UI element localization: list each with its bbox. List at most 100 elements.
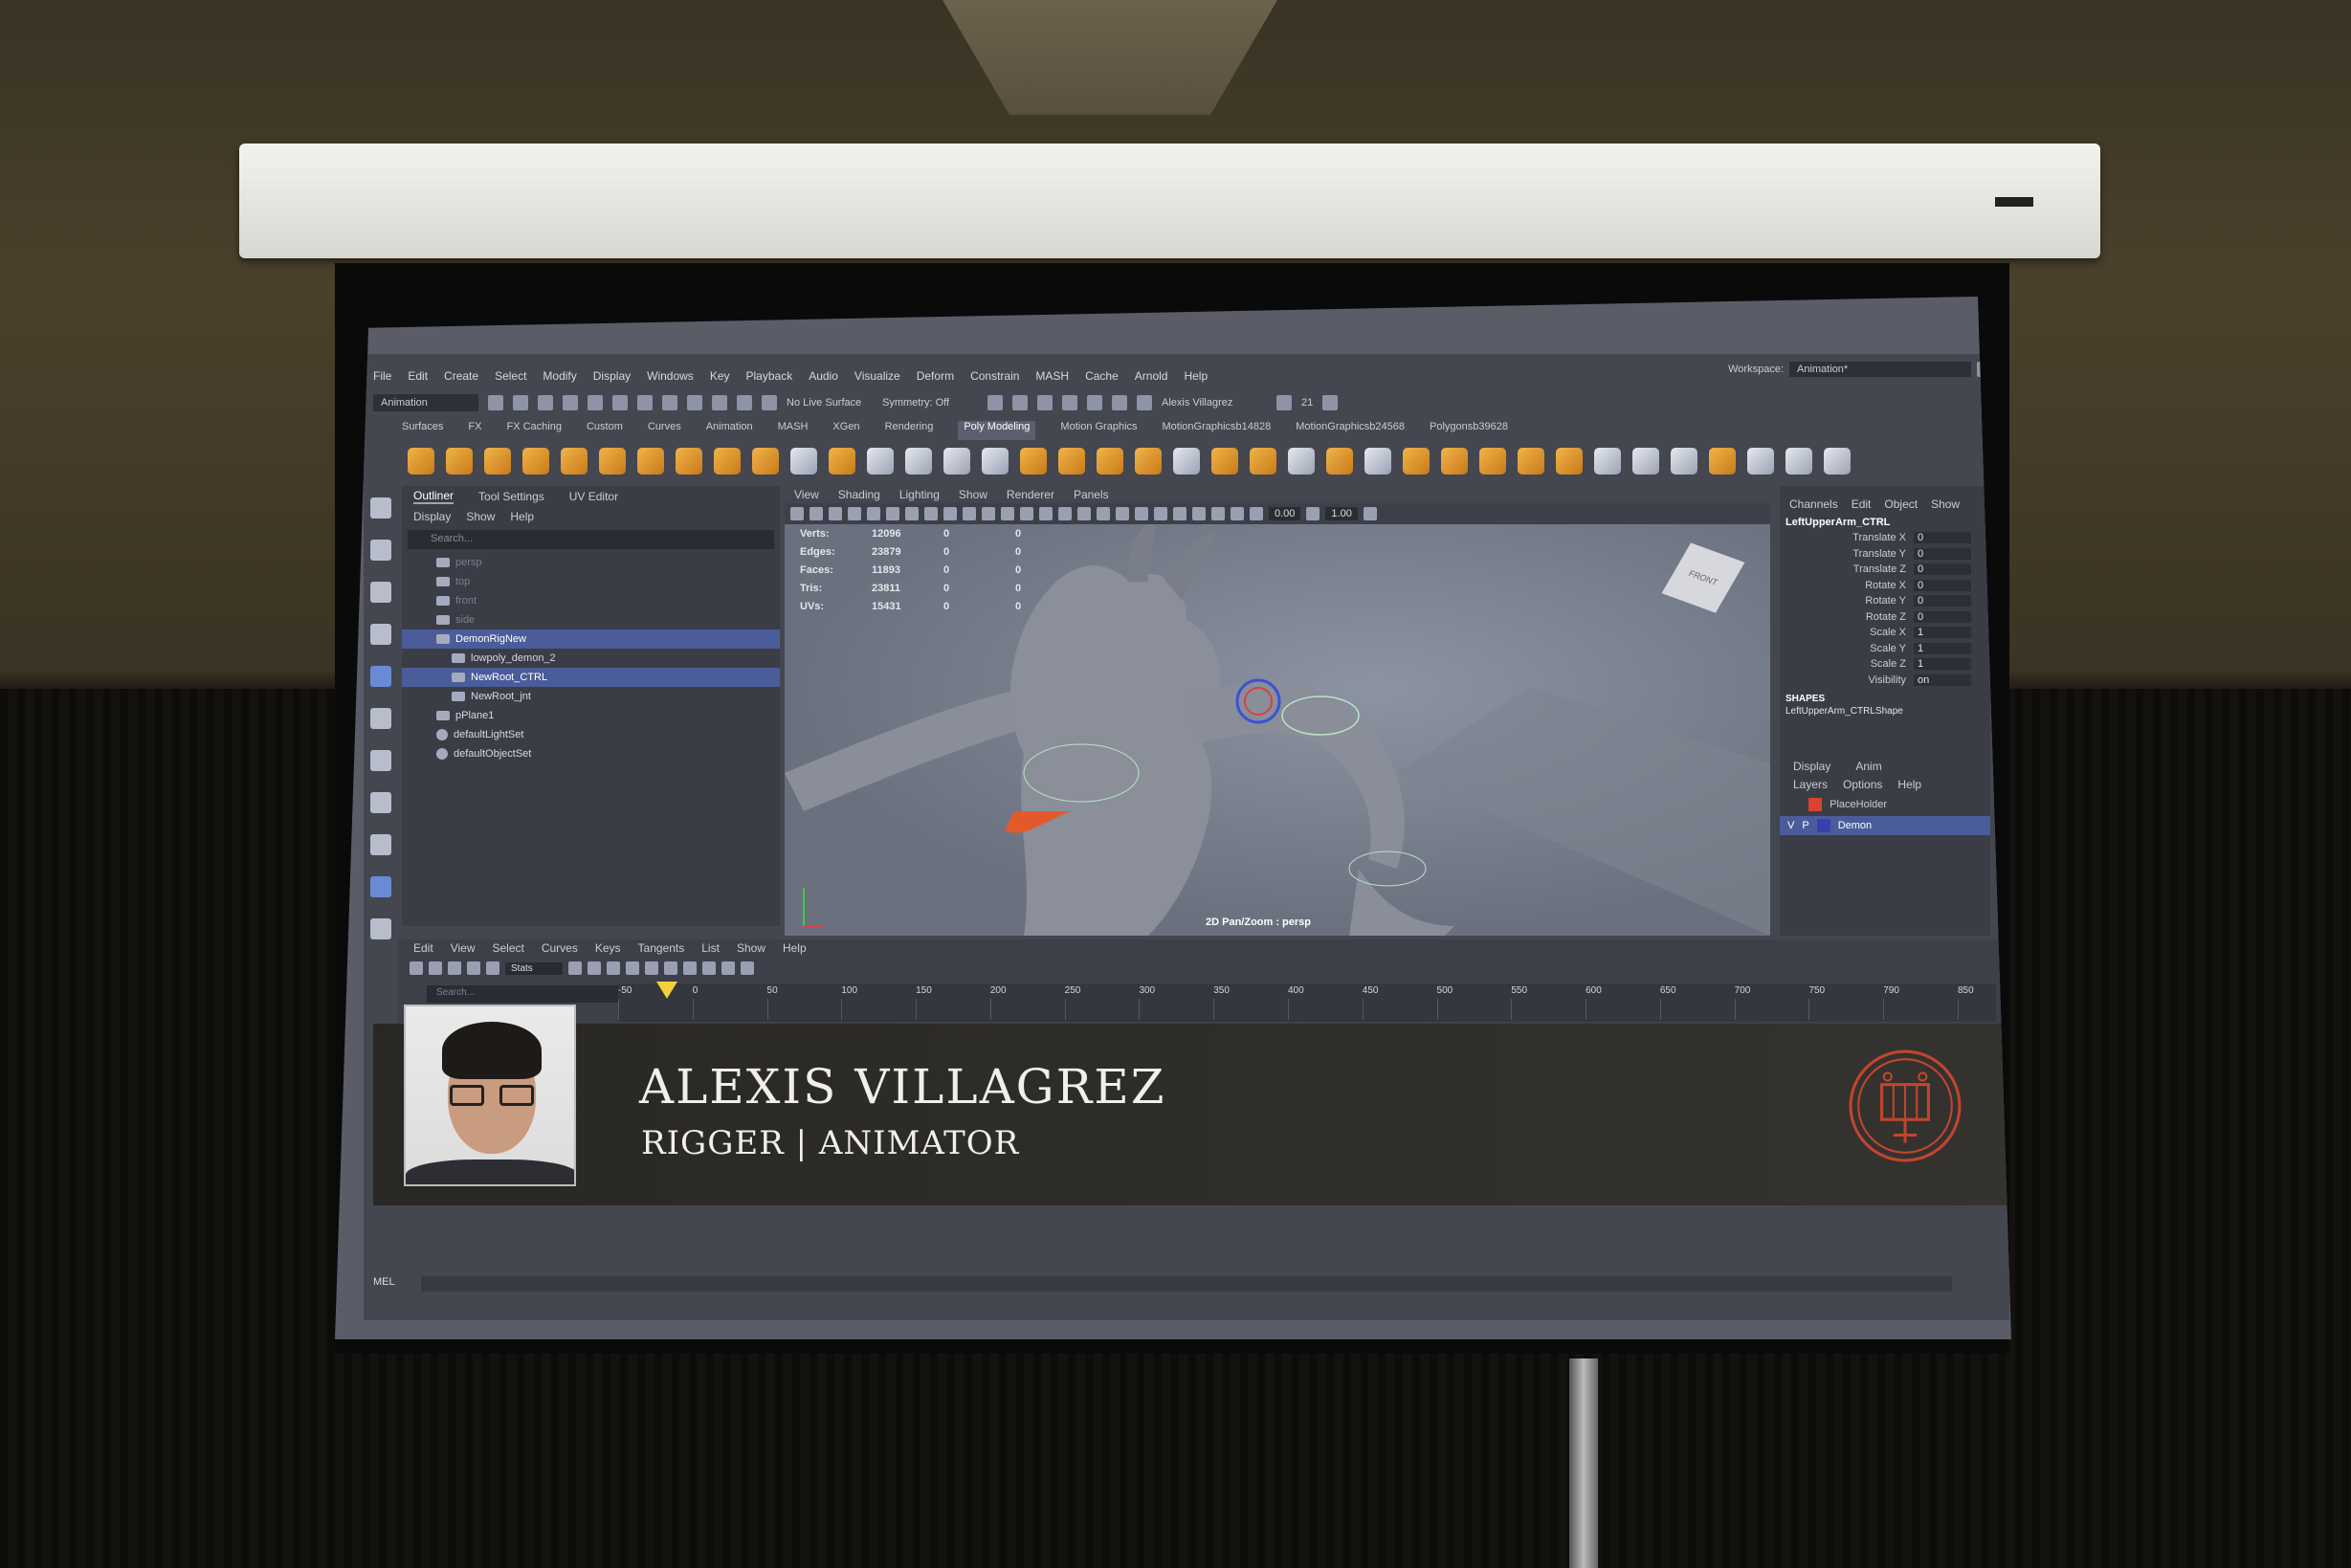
- image-plane-icon[interactable]: [848, 507, 861, 520]
- outliner-item[interactable]: NewRoot_jnt: [402, 687, 780, 706]
- auto-key-icon[interactable]: [626, 961, 639, 975]
- channel-value-field[interactable]: 1: [1914, 642, 1971, 654]
- safe-action-icon[interactable]: [963, 507, 976, 520]
- menu-cache[interactable]: Cache: [1085, 369, 1119, 383]
- color-management-icon[interactable]: [1363, 507, 1377, 520]
- stats-field[interactable]: Stats: [505, 961, 563, 975]
- tab-outliner[interactable]: Outliner: [413, 489, 455, 504]
- channel-row[interactable]: Scale Y1: [1780, 641, 1990, 657]
- outliner-item[interactable]: defaultObjectSet: [402, 744, 780, 763]
- platonic-solid-icon[interactable]: [676, 448, 702, 475]
- time-menu-select[interactable]: Select: [492, 941, 523, 955]
- shelf-tab-xgen[interactable]: XGen: [832, 421, 859, 440]
- uv-editor-icon[interactable]: [1671, 448, 1697, 475]
- channel-value-field[interactable]: 1: [1914, 627, 1971, 639]
- separate-icon[interactable]: [982, 448, 1009, 475]
- open-scene-icon[interactable]: [513, 395, 528, 410]
- outliner-item[interactable]: lowpoly_demon_2: [402, 649, 780, 668]
- layer-color-swatch[interactable]: [1816, 819, 1830, 832]
- key-icon[interactable]: [486, 961, 499, 975]
- channel-value-field[interactable]: 1: [1914, 658, 1971, 671]
- search-icon[interactable]: [370, 918, 391, 939]
- live-surface-label[interactable]: No Live Surface: [787, 397, 873, 409]
- time-ruler[interactable]: -50 0 50 100 150 200 250 300 350 400 450 500 550 600 6…: [618, 983, 1996, 1022]
- menu-help[interactable]: Help: [1184, 369, 1208, 383]
- channel-name[interactable]: Rotate Z: [1780, 611, 1914, 623]
- group-clip-icon[interactable]: [448, 961, 461, 975]
- append-icon[interactable]: [1288, 448, 1315, 475]
- select-object-icon[interactable]: [637, 395, 653, 410]
- channel-menu-show[interactable]: Show: [1931, 497, 1960, 511]
- poly-sphere-icon[interactable]: [408, 448, 434, 475]
- anti-aliasing-icon[interactable]: [1154, 507, 1167, 520]
- channel-row[interactable]: Translate X0: [1780, 530, 1990, 546]
- outliner-item[interactable]: pPlane1: [402, 706, 780, 725]
- save-scene-icon[interactable]: [538, 395, 553, 410]
- channel-menu-object[interactable]: Object: [1884, 497, 1918, 511]
- pencil-icon[interactable]: [1747, 448, 1774, 475]
- field-chart-icon[interactable]: [943, 507, 957, 520]
- wedge-icon[interactable]: [1556, 448, 1583, 475]
- channel-row[interactable]: Rotate Y0: [1780, 593, 1990, 609]
- flip-icon[interactable]: [1594, 448, 1621, 475]
- menu-visualize[interactable]: Visualize: [854, 369, 900, 383]
- bridge-icon[interactable]: [1173, 448, 1200, 475]
- ambient-occlusion-icon[interactable]: [1116, 507, 1129, 520]
- channel-row[interactable]: Translate Y0: [1780, 546, 1990, 563]
- tab-tool-settings[interactable]: Tool Settings: [478, 490, 544, 503]
- text-icon[interactable]: [790, 448, 817, 475]
- viewport-menu-shading[interactable]: Shading: [838, 488, 880, 501]
- split-clip-icon[interactable]: [429, 961, 442, 975]
- time-menu-edit[interactable]: Edit: [413, 941, 433, 955]
- channel-row[interactable]: Scale Z1: [1780, 656, 1990, 673]
- command-line-input[interactable]: [421, 1276, 1952, 1292]
- gamma-field[interactable]: 1.00: [1325, 507, 1358, 520]
- pause-icon[interactable]: [1112, 395, 1127, 410]
- grid-icon[interactable]: [867, 448, 894, 475]
- shelf-tab-motiongraphicsb24568[interactable]: MotionGraphicsb24568: [1296, 421, 1405, 440]
- wireframe-icon[interactable]: [982, 507, 995, 520]
- shelf-tab-surfaces[interactable]: Surfaces: [402, 421, 443, 440]
- channel-row[interactable]: Rotate Z0: [1780, 609, 1990, 626]
- menu-key[interactable]: Key: [710, 369, 730, 383]
- channel-value-field[interactable]: 0: [1914, 595, 1971, 607]
- outliner-menu-help[interactable]: Help: [510, 510, 534, 523]
- channel-name[interactable]: Scale X: [1780, 627, 1914, 638]
- sculpt-icon[interactable]: [1824, 448, 1851, 475]
- layer-visible-toggle[interactable]: [1787, 799, 1790, 810]
- new-scene-icon[interactable]: [488, 395, 503, 410]
- time-menu-curves[interactable]: Curves: [542, 941, 578, 955]
- tangent-flat-icon[interactable]: [683, 961, 697, 975]
- normalize-icon[interactable]: [741, 961, 754, 975]
- menu-set-dropdown[interactable]: Animation: [373, 394, 478, 411]
- viewport-menu-view[interactable]: View: [794, 488, 819, 501]
- outliner-item[interactable]: front: [402, 591, 780, 610]
- mel-label[interactable]: MEL: [373, 1276, 395, 1288]
- outliner-menu-display[interactable]: Display: [413, 510, 451, 523]
- viewport-menu-renderer[interactable]: Renderer: [1007, 488, 1054, 501]
- outliner-item[interactable]: defaultLightSet: [402, 725, 780, 744]
- outliner-layout-icon[interactable]: [370, 876, 391, 897]
- snap-view-icon[interactable]: [762, 395, 777, 410]
- menu-constrain[interactable]: Constrain: [970, 369, 1019, 383]
- time-menu-tangents[interactable]: Tangents: [638, 941, 685, 955]
- menu-create[interactable]: Create: [444, 369, 478, 383]
- tangent-spline-icon[interactable]: [645, 961, 658, 975]
- buffer-curve-icon[interactable]: [721, 961, 735, 975]
- poly-cone-icon[interactable]: [522, 448, 549, 475]
- xray-joints-icon[interactable]: [1211, 507, 1225, 520]
- channel-row[interactable]: Rotate X0: [1780, 578, 1990, 594]
- shelf-tab-mash[interactable]: MASH: [778, 421, 809, 440]
- layer-visible-toggle[interactable]: V: [1787, 820, 1794, 831]
- add-clip-icon[interactable]: [410, 961, 423, 975]
- tangent-step-icon[interactable]: [702, 961, 716, 975]
- poly-cube-icon[interactable]: [446, 448, 473, 475]
- channel-name[interactable]: Scale Z: [1780, 658, 1914, 670]
- shelf-tab-motion-graphics[interactable]: Motion Graphics: [1060, 421, 1137, 440]
- film-gate-icon[interactable]: [886, 507, 899, 520]
- layer-playback-toggle[interactable]: [1798, 799, 1801, 810]
- smooth-shade-icon[interactable]: [1001, 507, 1014, 520]
- display-layer[interactable]: PlaceHolder: [1780, 795, 1990, 814]
- ipr-render-icon[interactable]: [1012, 395, 1028, 410]
- extrude-icon[interactable]: [1211, 448, 1238, 475]
